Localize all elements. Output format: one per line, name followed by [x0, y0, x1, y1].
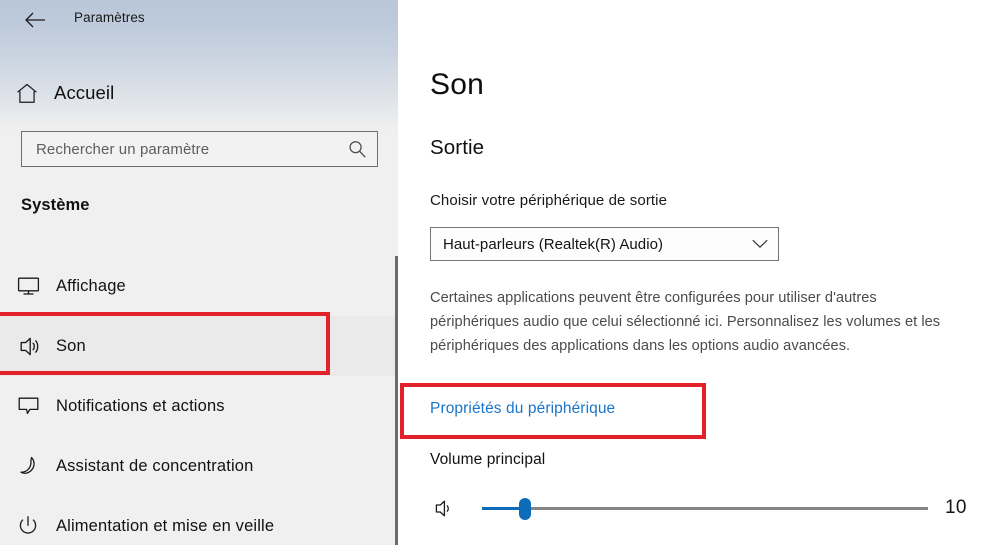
volume-label: Volume principal — [430, 451, 546, 468]
volume-slider-rail — [482, 507, 928, 510]
output-section-heading: Sortie — [430, 136, 485, 159]
search-input-placeholder: Rechercher un paramètre — [36, 140, 210, 158]
sidebar-item-notifications-label: Notifications et actions — [56, 396, 225, 415]
sidebar-nav-list: Affichage Son Notifications et actions A… — [0, 256, 398, 545]
sidebar-item-son-label: Son — [56, 336, 86, 355]
window-title: Paramètres — [74, 10, 145, 25]
sidebar-item-affichage[interactable]: Affichage — [0, 256, 398, 316]
page-title: Son — [430, 68, 484, 101]
volume-value: 10 — [945, 497, 967, 518]
sidebar-item-notifications[interactable]: Notifications et actions — [0, 376, 398, 436]
notification-bubble-icon — [0, 396, 56, 416]
search-icon[interactable] — [337, 132, 377, 166]
sidebar-section-title: Système — [21, 196, 90, 214]
sidebar-item-alimentation[interactable]: Alimentation et mise en veille — [0, 496, 398, 545]
sidebar: Paramètres Accueil Rechercher un paramèt… — [0, 0, 398, 545]
power-icon — [0, 515, 56, 537]
output-device-selected-value: Haut-parleurs (Realtek(R) Audio) — [443, 235, 664, 253]
moon-crescent-icon — [0, 456, 56, 477]
speaker-volume-icon — [0, 336, 56, 357]
output-device-label: Choisir votre périphérique de sortie — [430, 192, 668, 209]
back-arrow-icon[interactable] — [18, 5, 52, 35]
speaker-volume-icon[interactable] — [430, 496, 456, 520]
sidebar-item-affichage-label: Affichage — [56, 276, 126, 295]
volume-slider[interactable] — [482, 489, 928, 529]
sidebar-item-son[interactable]: Son — [0, 316, 398, 376]
main-content: Son Sortie Choisir votre périphérique de… — [398, 0, 1001, 545]
volume-control-row: 10 — [430, 489, 990, 529]
display-monitor-icon — [0, 276, 56, 296]
sidebar-item-assistant-concentration[interactable]: Assistant de concentration — [0, 436, 398, 496]
home-icon — [0, 83, 54, 104]
device-properties-link[interactable]: Propriétés du périphérique — [430, 400, 615, 418]
sidebar-item-home[interactable]: Accueil — [0, 70, 398, 116]
search-input[interactable]: Rechercher un paramètre — [21, 131, 378, 167]
sidebar-item-assistant-concentration-label: Assistant de concentration — [56, 456, 254, 475]
output-description-text: Certaines applications peuvent être conf… — [430, 290, 941, 354]
volume-slider-thumb[interactable] — [519, 498, 531, 520]
title-bar: Paramètres — [0, 0, 398, 40]
settings-window: Paramètres Accueil Rechercher un paramèt… — [0, 0, 1001, 545]
chevron-down-icon — [742, 239, 778, 249]
sidebar-item-alimentation-label: Alimentation et mise en veille — [56, 516, 275, 535]
sidebar-scrollbar[interactable] — [390, 252, 398, 545]
output-device-dropdown[interactable]: Haut-parleurs (Realtek(R) Audio) — [430, 227, 779, 261]
sidebar-item-home-label: Accueil — [54, 82, 115, 103]
